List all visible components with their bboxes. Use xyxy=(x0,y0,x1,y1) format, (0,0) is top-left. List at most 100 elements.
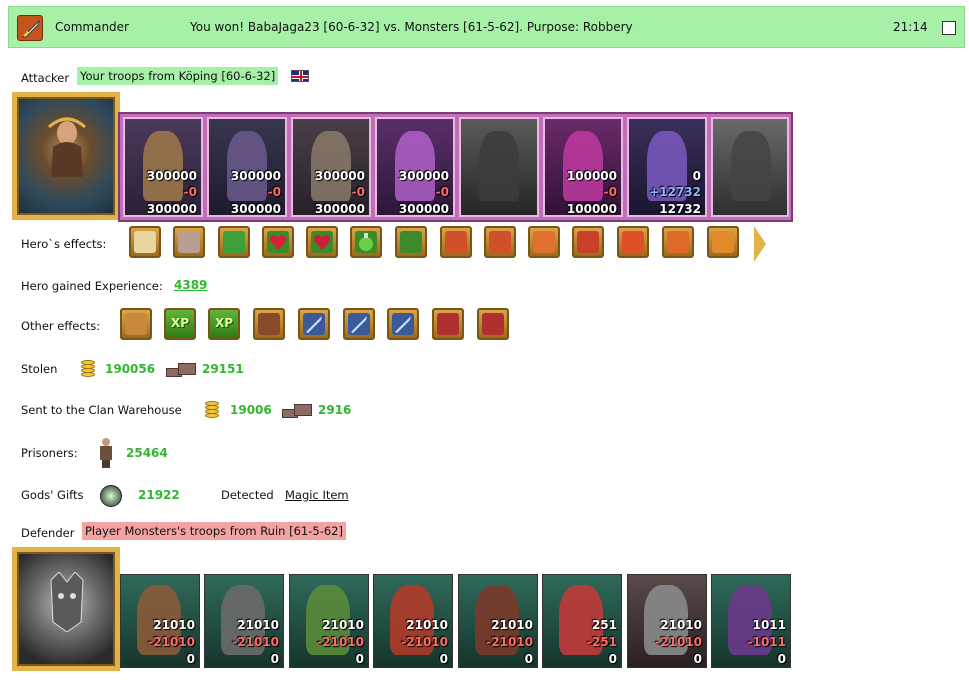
effect-cookie-icon[interactable] xyxy=(120,308,152,340)
troop-count: 21010 xyxy=(660,618,702,632)
defender-troop-4[interactable]: 21010 -21010 0 xyxy=(373,574,453,668)
troop-loss: -21010 xyxy=(401,635,448,649)
attacker-troop-6[interactable]: 100000 -0 100000 xyxy=(543,117,623,217)
attacker-troop-4[interactable]: 300000 -0 300000 xyxy=(375,117,455,217)
defender-troops-origin: Player Monsters's troops from Ruin [61-5… xyxy=(82,522,346,540)
troop-count: 21010 xyxy=(406,618,448,632)
effect-sword-shield-icon[interactable] xyxy=(395,226,427,258)
troop-loss: -1011 xyxy=(747,635,786,649)
effects-next-arrow-icon[interactable] xyxy=(754,226,766,262)
detected-label: Detected xyxy=(221,488,274,502)
attacker-troop-1[interactable]: 300000 -0 300000 xyxy=(123,117,203,217)
troop-count: 300000 xyxy=(146,169,197,183)
effect-sword-icon[interactable] xyxy=(387,308,419,340)
troop-loss: -0 xyxy=(267,185,281,199)
troop-count: 251 xyxy=(591,618,617,632)
effect-xp-icon[interactable]: XP xyxy=(164,308,196,340)
troop-remaining: 0 xyxy=(186,652,195,666)
effect-chest-armor-icon[interactable] xyxy=(572,226,604,258)
troop-remaining: 0 xyxy=(777,652,786,666)
troop-count: 1011 xyxy=(752,618,786,632)
troop-count: 300000 xyxy=(230,169,281,183)
effect-xp-icon[interactable]: XP xyxy=(208,308,240,340)
attacker-troop-3[interactable]: 300000 -0 300000 xyxy=(291,117,371,217)
effect-heart-sword-icon[interactable] xyxy=(432,308,464,340)
troop-loss: -251 xyxy=(586,635,617,649)
troop-remaining: 300000 xyxy=(146,202,197,216)
attacker-troop-8[interactable] xyxy=(711,117,789,217)
defender-troop-7[interactable]: 21010 -21010 0 xyxy=(627,574,707,668)
defender-troop-8[interactable]: 1011 -1011 0 xyxy=(711,574,791,668)
troop-count: 21010 xyxy=(153,618,195,632)
troop-loss: -0 xyxy=(183,185,197,199)
troop-remaining: 300000 xyxy=(398,202,449,216)
effect-heart-sword-icon[interactable] xyxy=(477,308,509,340)
prisoners-label: Prisoners: xyxy=(21,446,78,460)
effect-mask-icon[interactable] xyxy=(173,226,205,258)
troop-count: 21010 xyxy=(322,618,364,632)
defender-troop-6[interactable]: 251 -251 0 xyxy=(542,574,622,668)
attacker-troop-2[interactable]: 300000 -0 300000 xyxy=(207,117,287,217)
defender-troop-2[interactable]: 21010 -21010 0 xyxy=(204,574,284,668)
troop-remaining: 100000 xyxy=(566,202,617,216)
troop-remaining: 0 xyxy=(608,652,617,666)
select-checkbox[interactable] xyxy=(942,21,956,35)
troop-loss: -0 xyxy=(603,185,617,199)
attacker-label: Attacker xyxy=(21,71,70,85)
report-header: Commander You won! BabaJaga23 [60-6-32] … xyxy=(8,6,965,48)
defender-troop-1[interactable]: 21010 -21010 0 xyxy=(120,574,200,668)
effect-dragon-icon[interactable] xyxy=(253,308,285,340)
defender-troop-3[interactable]: 21010 -21010 0 xyxy=(289,574,369,668)
hero-figure-icon xyxy=(48,117,86,177)
effect-heart-icon[interactable] xyxy=(262,226,294,258)
effect-boots-icon[interactable] xyxy=(617,226,649,258)
stolen-ore-value: 29151 xyxy=(202,362,244,376)
hero-experience-value[interactable]: 4389 xyxy=(174,278,207,292)
effect-potion-icon[interactable] xyxy=(350,226,382,258)
troop-remaining: 0 xyxy=(524,652,533,666)
effect-scroll-icon[interactable] xyxy=(129,226,161,258)
attacker-troop-7[interactable]: 0 +12732 12732 xyxy=(627,117,707,217)
effect-ankh-icon[interactable] xyxy=(662,226,694,258)
warehouse-gold-value: 19006 xyxy=(230,403,272,417)
troop-loss: -21010 xyxy=(317,635,364,649)
troop-remaining: 300000 xyxy=(314,202,365,216)
prisoners-value: 25464 xyxy=(126,446,168,460)
effect-sword-icon[interactable] xyxy=(343,308,375,340)
troop-count: 300000 xyxy=(398,169,449,183)
ore-icon xyxy=(166,360,200,378)
report-title: Commander xyxy=(55,20,129,34)
troop-loss: -0 xyxy=(351,185,365,199)
attacker-troop-strip: 300000 -0 300000 300000 -0 300000 300000… xyxy=(118,112,793,222)
effect-heart-arrow-icon[interactable] xyxy=(306,226,338,258)
defender-label: Defender xyxy=(21,526,75,540)
effect-armor-icon[interactable] xyxy=(440,226,472,258)
prisoner-icon xyxy=(98,438,114,468)
troop-remaining: 300000 xyxy=(230,202,281,216)
effect-helmet-icon[interactable] xyxy=(484,226,516,258)
defender-hero-portrait[interactable] xyxy=(12,547,120,671)
troop-remaining: 0 xyxy=(439,652,448,666)
troop-count: 300000 xyxy=(314,169,365,183)
effect-sword-icon[interactable] xyxy=(298,308,330,340)
attacker-hero-portrait[interactable] xyxy=(12,92,120,220)
effect-scarab-icon[interactable] xyxy=(707,226,739,258)
gold-coins-icon xyxy=(203,399,221,419)
other-effects-label: Other effects: xyxy=(21,319,101,333)
troop-count: 21010 xyxy=(237,618,279,632)
uk-flag-icon xyxy=(291,70,309,82)
effect-breastplate-icon[interactable] xyxy=(528,226,560,258)
detected-item-link[interactable]: Magic Item xyxy=(285,488,349,502)
effect-key-icon[interactable] xyxy=(218,226,250,258)
attacker-troop-5[interactable] xyxy=(459,117,539,217)
battle-result-message: You won! BabaJaga23 [60-6-32] vs. Monste… xyxy=(190,20,633,34)
attacker-troops-origin: Your troops from Köping [60-6-32] xyxy=(77,67,279,85)
hero-experience-label: Hero gained Experience: xyxy=(21,279,163,293)
xp-text: XP xyxy=(214,316,234,330)
monster-face-icon xyxy=(50,572,84,632)
defender-troop-5[interactable]: 21010 -21010 0 xyxy=(458,574,538,668)
report-time: 21:14 xyxy=(893,20,928,34)
troop-remaining: 0 xyxy=(355,652,364,666)
stolen-label: Stolen xyxy=(21,362,58,376)
troop-loss: -0 xyxy=(435,185,449,199)
